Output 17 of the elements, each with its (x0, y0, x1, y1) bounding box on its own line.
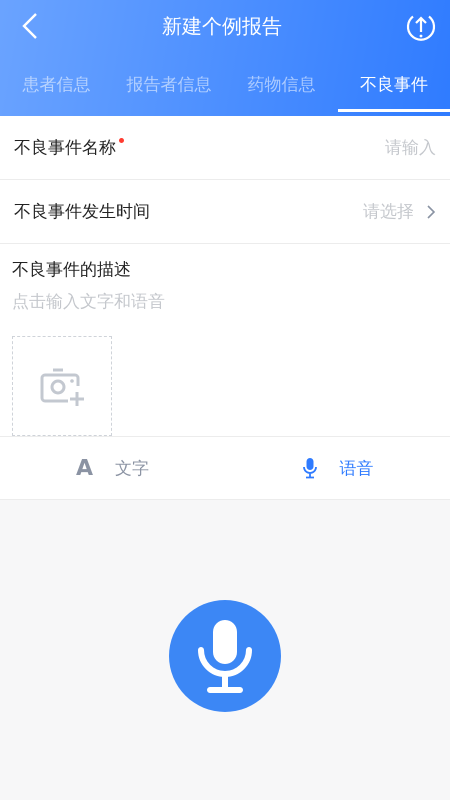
tab[interactable]: 药物信息 (225, 52, 338, 116)
tab[interactable]: 不良事件 (338, 52, 450, 116)
field-label: 不良事件名称 (14, 137, 116, 159)
tab[interactable]: 患者信息 (0, 52, 112, 116)
select-field[interactable]: 请选择 (363, 200, 436, 223)
field-label: 不良事件的描述 (12, 259, 132, 281)
tab[interactable]: 报告者信息 (112, 52, 225, 116)
mode-tab[interactable]: 语音 (225, 437, 450, 499)
chevron-right-icon (426, 204, 436, 220)
microphone-icon (302, 457, 318, 479)
back-icon[interactable] (22, 12, 38, 40)
mode-tab[interactable]: A 文字 (0, 437, 225, 499)
text-icon: A (76, 456, 94, 480)
camera-add-icon (39, 366, 85, 406)
field-label: 不良事件发生时间 (14, 201, 150, 223)
page-title: 新建个例报告 (162, 12, 282, 40)
microphone-icon (195, 618, 255, 694)
